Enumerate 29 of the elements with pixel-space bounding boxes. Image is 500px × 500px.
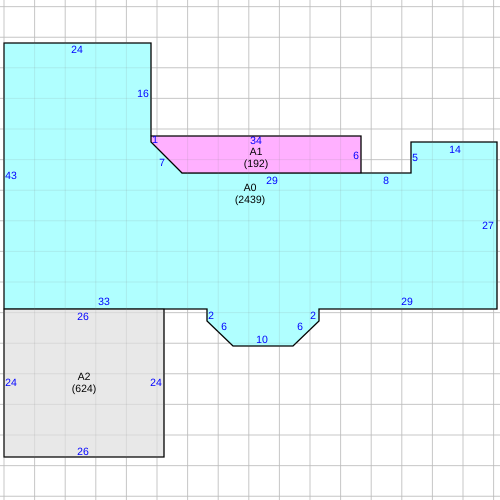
dimension-label: 10 <box>256 334 268 346</box>
dimension-label: 2 <box>208 310 214 322</box>
dimension-label: 16 <box>137 88 149 100</box>
area-name: A0 <box>244 182 256 194</box>
dimension-label: 1 <box>152 134 158 146</box>
dimension-label: 43 <box>5 170 17 182</box>
dimension-label: 6 <box>297 321 303 333</box>
dimension-label: 29 <box>266 175 278 187</box>
dimension-label: 7 <box>159 157 165 169</box>
dimension-label: 33 <box>98 296 110 308</box>
dimension-label: 24 <box>5 377 17 389</box>
area-name: A2 <box>78 371 90 383</box>
dimension-label: 24 <box>150 377 162 389</box>
area-value: (2439) <box>234 194 266 206</box>
dimension-label: 5 <box>412 152 418 164</box>
dimension-label: 26 <box>77 446 89 458</box>
area-value: (624) <box>72 383 96 395</box>
dimension-label: 24 <box>71 44 83 56</box>
dimension-label: 26 <box>77 311 89 323</box>
area-name: A1 <box>250 146 262 158</box>
dimension-label: 29 <box>401 296 413 308</box>
dimension-label: 2 <box>310 310 316 322</box>
dimension-label: 8 <box>383 175 389 187</box>
dimension-label: 6 <box>221 321 227 333</box>
dimension-label: 6 <box>353 150 359 162</box>
dimension-label: 27 <box>482 220 494 232</box>
dimension-label: 14 <box>449 144 461 156</box>
area-value: (192) <box>244 158 268 170</box>
dimension-label: 34 <box>250 135 262 147</box>
